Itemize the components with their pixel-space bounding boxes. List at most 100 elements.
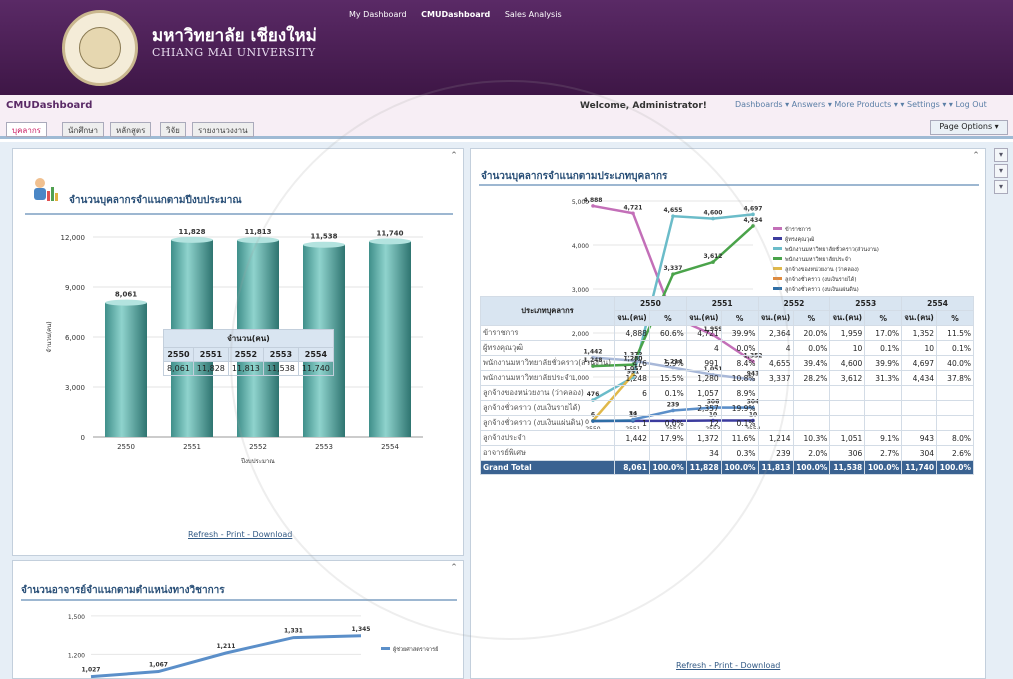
- total-value-cell: 100.0%: [720, 460, 759, 475]
- value-cell: 31.3%: [864, 370, 903, 386]
- legend-label: ลูกจ้างชั่วคราว (งบเงินแผ่นดิน): [785, 285, 859, 293]
- expand-button[interactable]: ▾: [994, 148, 1008, 162]
- panel-academic-position: ⌃ จำนวนอาจารย์จำแนกตามตำแหน่งทางวิชาการ …: [12, 560, 464, 679]
- value-cell: 34: [685, 445, 722, 461]
- legend-label: ลูกจ้างชั่วคราว (งบเงินรายได้): [785, 275, 856, 283]
- dashboard-tabs: บุคลากร นักศึกษา หลักสูตร วิจัย รายงานวง…: [0, 117, 1013, 139]
- value-cell: 20.0%: [792, 325, 831, 341]
- value-cell: 11.5%: [936, 325, 974, 341]
- value-cell: 4: [757, 340, 794, 356]
- value-cell: 0.1%: [720, 415, 759, 431]
- tab-personnel[interactable]: บุคลากร: [6, 122, 47, 137]
- legend-swatch: [773, 237, 782, 240]
- bar-cap: [303, 241, 345, 248]
- value-cell: [901, 415, 938, 431]
- tab-students[interactable]: นักศึกษา: [62, 122, 104, 137]
- year-cell: 2552: [227, 347, 264, 362]
- legend-swatch: [773, 227, 782, 230]
- value-cell: 1,442: [614, 430, 650, 446]
- bar: [369, 241, 411, 437]
- y-tick-label: 6,000: [65, 334, 85, 342]
- welcome-message: Welcome, Administrator!: [580, 101, 707, 111]
- university-name-english: CHIANG MAI UNIVERSITY: [152, 46, 316, 59]
- value-cell: 1,057: [685, 385, 722, 401]
- value-cell: 1,372: [685, 430, 722, 446]
- total-value-cell: 8,061: [614, 460, 650, 475]
- panel-personnel-by-year: ⌃ จำนวนบุคลากรจำแนกตามปีงบประมาณ 12,000 9…: [12, 148, 464, 556]
- row-label-cell: ข้าราชการ: [480, 325, 615, 341]
- collapse-icon[interactable]: ⌃: [971, 151, 981, 161]
- page-options-button[interactable]: Page Options ▾: [930, 120, 1008, 135]
- point-data-label: 4,434: [744, 217, 763, 224]
- tab-curriculum[interactable]: หลักสูตร: [110, 122, 152, 137]
- value-cell: [792, 400, 831, 416]
- refresh-print-download-links[interactable]: Refresh - Print - Download: [676, 661, 780, 670]
- point-data-label: 3,337: [664, 265, 683, 272]
- value-cell: 8,061: [163, 361, 194, 376]
- value-cell: 4,888: [614, 325, 650, 341]
- point-data-label: 1,027: [82, 667, 101, 674]
- nav-sales-analysis[interactable]: Sales Analysis: [505, 10, 562, 19]
- university-name-thai: มหาวิทยาลัย เชียงใหม่: [152, 26, 317, 46]
- y-tick-label: 1,200: [68, 652, 85, 659]
- row-label-cell: พนักงานมหาวิทยาลัยประจำ: [480, 370, 615, 386]
- x-tick-label: 2551: [183, 443, 201, 451]
- value-cell: [901, 400, 938, 416]
- legend-label: ข้าราชการ: [785, 226, 811, 233]
- value-cell: 11.6%: [720, 430, 759, 446]
- bar-data-label: 8,061: [115, 291, 137, 299]
- value-cell: [936, 400, 974, 416]
- sub-header-cell: %: [792, 310, 831, 326]
- value-cell: 2.0%: [792, 445, 831, 461]
- value-cell: 40.0%: [936, 355, 974, 371]
- bar-cap: [369, 238, 411, 245]
- point-data-label: 1,211: [217, 643, 236, 650]
- refresh-print-download-links[interactable]: Refresh - Print - Download: [188, 530, 292, 539]
- row-label-cell: ลูกจ้างประจำ: [480, 430, 615, 446]
- value-cell: 8.0%: [936, 430, 974, 446]
- value-cell: 11,828: [192, 361, 229, 376]
- nav-cmudashboard[interactable]: CMUDashboard: [421, 10, 490, 19]
- value-cell: 2.7%: [864, 445, 903, 461]
- tab-research[interactable]: วิจัย: [160, 122, 186, 137]
- total-value-cell: 11,740: [901, 460, 938, 475]
- value-cell: 39.9%: [720, 325, 759, 341]
- title-divider: [21, 599, 457, 601]
- collapse-icon[interactable]: ⌃: [449, 151, 459, 161]
- year-cell: 2550: [163, 347, 194, 362]
- expand-button[interactable]: ▾: [994, 180, 1008, 194]
- row-header: ประเภทบุคลากร: [480, 296, 615, 326]
- year-header: 2554: [901, 296, 974, 311]
- value-cell: 3,337: [757, 370, 794, 386]
- year-cell: 2551: [192, 347, 229, 362]
- value-cell: 0.1%: [864, 340, 903, 356]
- value-cell: [614, 340, 650, 356]
- value-cell: 4,721: [685, 325, 722, 341]
- point-data-label: 4,600: [704, 210, 723, 217]
- value-cell: 10.3%: [792, 430, 831, 446]
- value-cell: [829, 400, 866, 416]
- tab-reports[interactable]: รายงานวงงาน: [192, 122, 254, 137]
- value-cell: 306: [829, 445, 866, 461]
- bar-data-label: 11,538: [310, 233, 337, 241]
- nav-my-dashboard[interactable]: My Dashboard: [349, 10, 407, 19]
- x-tick-label: 2550: [117, 443, 135, 451]
- value-cell: [936, 415, 974, 431]
- value-cell: 1,352: [901, 325, 938, 341]
- value-cell: 15.5%: [648, 370, 687, 386]
- collapse-icon[interactable]: ⌃: [449, 563, 459, 573]
- value-cell: 2,364: [757, 325, 794, 341]
- legend-swatch: [773, 267, 782, 270]
- expand-button[interactable]: ▾: [994, 164, 1008, 178]
- value-cell: 991: [685, 355, 722, 371]
- value-cell: [757, 400, 794, 416]
- sub-header-cell: %: [864, 310, 903, 326]
- legend-swatch: [773, 287, 782, 290]
- x-tick-label: 2554: [381, 443, 399, 451]
- y-tick-label: 0: [81, 434, 85, 442]
- user-menu-links[interactable]: Dashboards ▾ Answers ▾ More Products ▾ ▾…: [735, 100, 987, 109]
- value-cell: 11,813: [227, 361, 264, 376]
- value-cell: 9.1%: [864, 430, 903, 446]
- table-row: พนักงานมหาวิทยาลัยประจำ 1,248 15.5% 1,280 10…: [480, 370, 974, 386]
- legend-label: ลูกจ้างของหน่วยงาน (ว่าคลอง): [785, 266, 859, 273]
